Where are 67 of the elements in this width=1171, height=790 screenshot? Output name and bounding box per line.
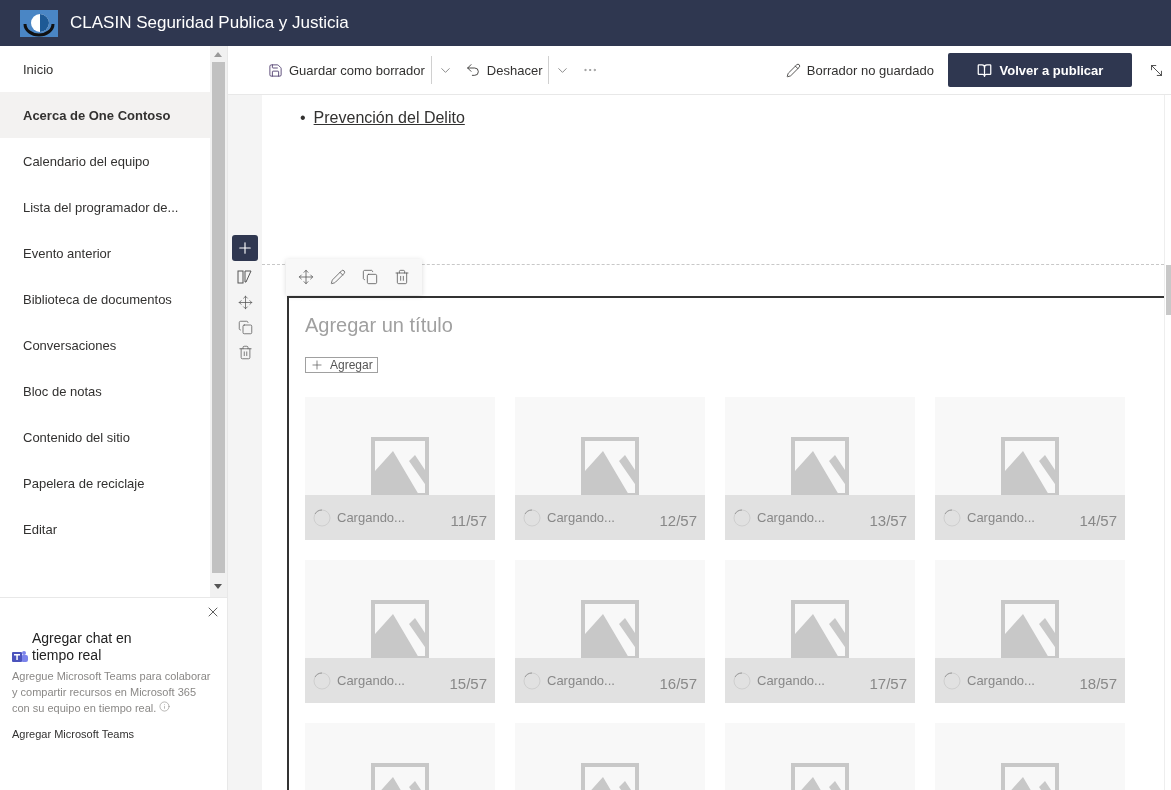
loading-text: Cargando... (547, 510, 615, 525)
scrollbar[interactable] (210, 46, 227, 597)
spinner-icon (523, 671, 541, 690)
pencil-icon (785, 62, 801, 78)
teams-title: Agregar chat en tiempo real (32, 630, 133, 664)
move-icon (298, 269, 314, 285)
undo-icon (464, 62, 481, 78)
add-section-button[interactable] (232, 235, 258, 261)
image-placeholder-icon (581, 437, 639, 495)
image-position: 15/57 (449, 674, 487, 692)
info-icon (159, 701, 171, 712)
pencil-icon (330, 269, 346, 285)
spinner-icon (313, 671, 331, 690)
teams-icon (12, 650, 28, 664)
image-placeholder-icon (791, 437, 849, 495)
loading-text: Cargando... (757, 510, 825, 525)
add-button[interactable]: Agregar (305, 357, 378, 373)
image-position: 12/57 (659, 511, 697, 529)
scroll-up-icon[interactable] (214, 52, 222, 57)
image-placeholder-icon (371, 600, 429, 658)
plus-icon (236, 239, 254, 257)
teams-description: Agregue Microsoft Teams para colaborar y compartir recursos en Microsoft 365 con su equipo en tiempo real. (12, 669, 212, 716)
nav-item[interactable]: Acerca de One Contoso (0, 92, 210, 138)
loading-text: Cargando... (547, 673, 615, 688)
loading-text: Cargando... (967, 510, 1035, 525)
spinner-icon (943, 671, 961, 690)
image-placeholder-icon (791, 600, 849, 658)
move-icon (237, 295, 253, 310)
image-position: 11/57 (450, 511, 487, 529)
undo-button[interactable]: Deshacer (458, 54, 549, 86)
save-draft-button[interactable]: Guardar como borrador (262, 54, 431, 86)
loading-text: Cargando... (967, 673, 1035, 688)
loading-text: Cargando... (337, 510, 405, 525)
image-position: 16/57 (659, 674, 697, 692)
bullet-link[interactable]: Prevención del Delito (313, 109, 465, 127)
draft-status: Borrador no guardado (785, 62, 934, 78)
spinner-icon (523, 508, 541, 527)
image-placeholder-icon (1001, 600, 1059, 658)
scrollbar[interactable] (1164, 95, 1171, 790)
book-icon (976, 62, 992, 78)
delete-icon (237, 345, 253, 360)
site-title: CLASIN Seguridad Publica y Justicia (70, 13, 349, 33)
add-teams-link[interactable]: Agregar Microsoft Teams (12, 728, 215, 740)
spinner-icon (733, 671, 751, 690)
copy-icon (362, 269, 378, 285)
plus-icon (310, 358, 324, 372)
spinner-icon (733, 508, 751, 527)
loading-text: Cargando... (757, 673, 825, 688)
image-position: 17/57 (869, 674, 907, 692)
image-position: 18/57 (1079, 674, 1117, 692)
spinner-icon (943, 508, 961, 527)
image-position: 14/57 (1079, 511, 1117, 529)
copy-icon (237, 320, 253, 335)
bullet: • (300, 109, 306, 127)
loading-text: Cargando... (337, 673, 405, 688)
delete-icon (394, 269, 410, 285)
save-icon (268, 62, 283, 78)
section-edit-icon (237, 269, 253, 285)
image-placeholder-icon (371, 437, 429, 495)
image-position: 13/57 (869, 511, 907, 529)
image-placeholder-icon (581, 600, 639, 658)
image-placeholder-icon (1001, 437, 1059, 495)
republish-button[interactable]: Volver a publicar (948, 53, 1132, 87)
logo-icon (20, 9, 58, 37)
scroll-down-icon[interactable] (214, 584, 222, 589)
spinner-icon (313, 508, 331, 527)
section-edit-button[interactable] (235, 267, 255, 287)
